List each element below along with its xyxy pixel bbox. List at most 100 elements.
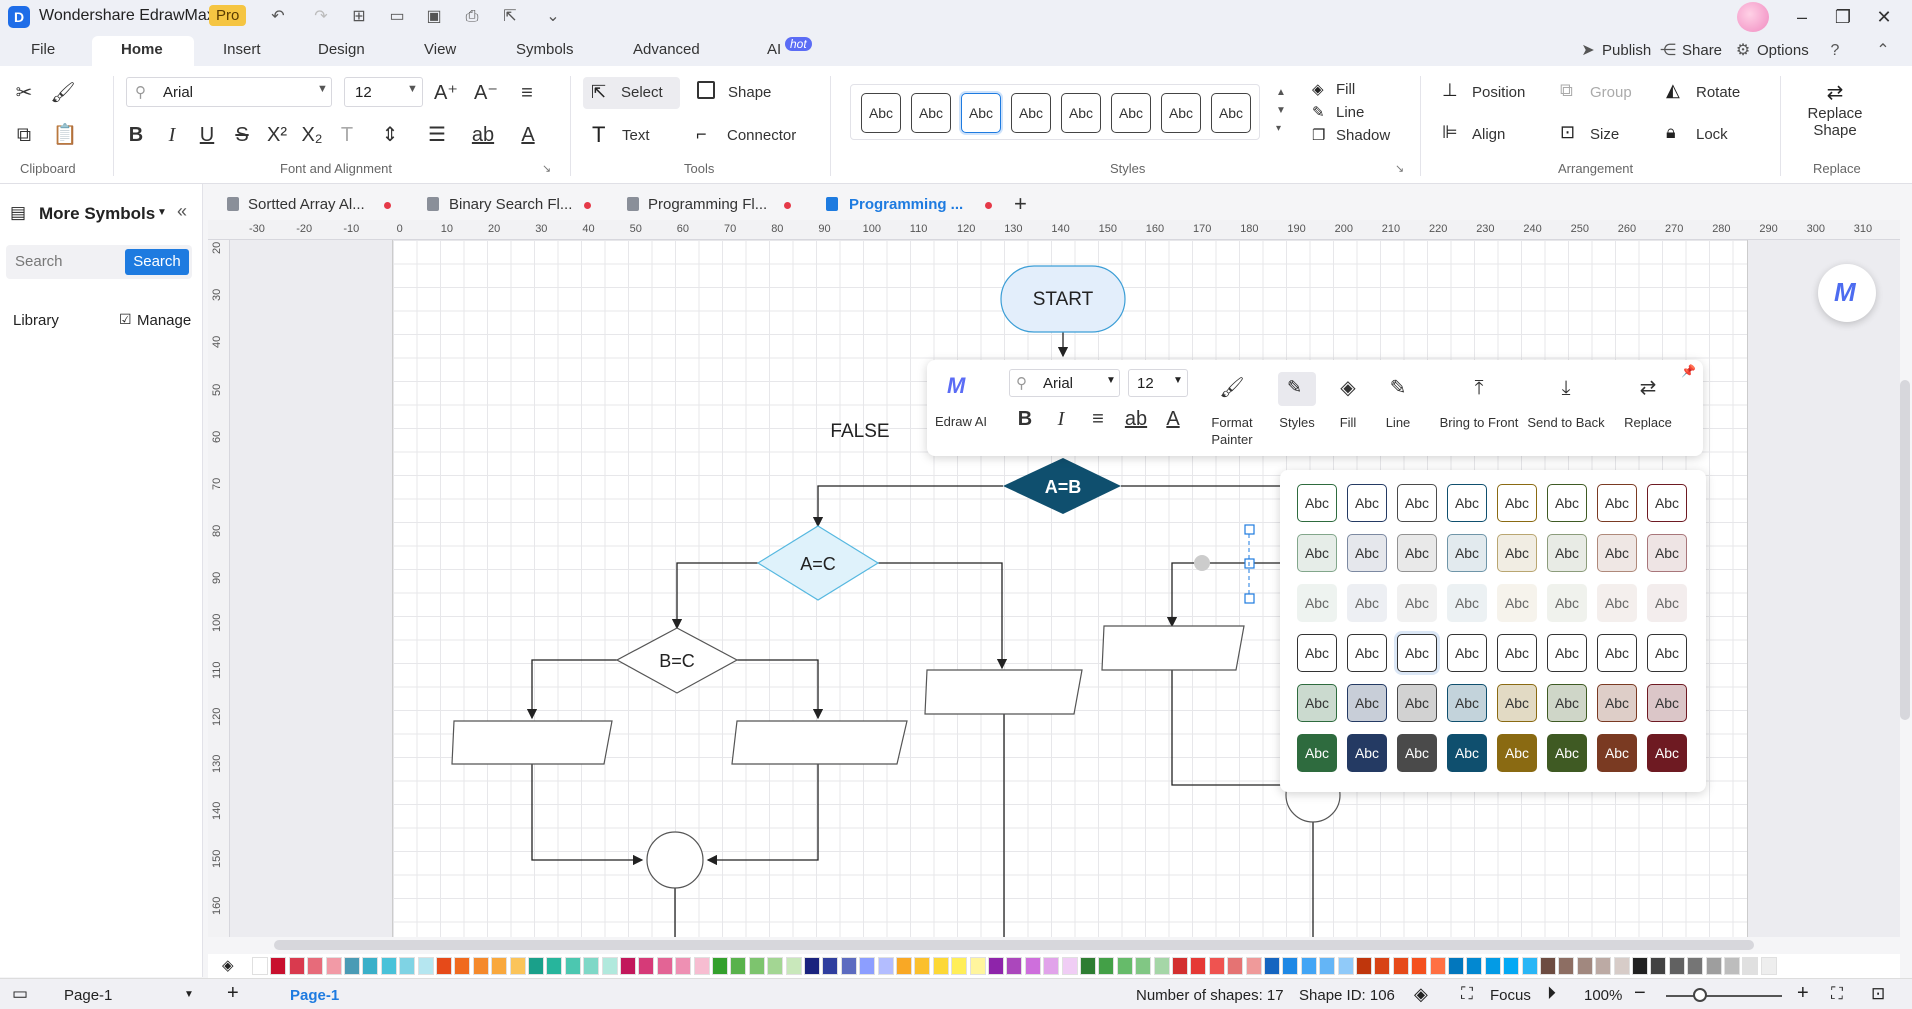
gallery-scroll-icon[interactable]: ▲ ▼ ▾ — [1276, 84, 1286, 138]
tab-advanced[interactable]: Advanced — [633, 41, 700, 58]
font-size-select[interactable]: 12 ▼ — [344, 77, 423, 107]
palette-swatch[interactable] — [1521, 957, 1538, 975]
style-grid-cell[interactable]: Abc — [1597, 634, 1637, 672]
palette-swatch[interactable] — [601, 957, 618, 975]
palette-swatch[interactable] — [1429, 957, 1446, 975]
size-button[interactable]: ⊡ Size — [1560, 122, 1650, 148]
position-button[interactable]: ⊥ Position — [1442, 80, 1542, 106]
tab-insert[interactable]: Insert — [223, 41, 261, 58]
style-swatch[interactable]: Abc — [961, 93, 1001, 133]
style-grid-cell[interactable]: Abc — [1447, 734, 1487, 772]
float-font-size-select[interactable]: 12 ▼ — [1128, 369, 1188, 397]
highlight-icon[interactable]: ab — [469, 122, 497, 148]
style-grid-cell[interactable]: Abc — [1597, 534, 1637, 572]
palette-swatch[interactable] — [1190, 957, 1207, 975]
palette-swatch[interactable] — [344, 957, 360, 975]
style-grid-cell[interactable]: Abc — [1647, 634, 1687, 672]
font-name-select[interactable]: ⚲ Arial ▼ — [126, 77, 332, 107]
collapse-ribbon-icon[interactable]: ⌃ — [1871, 40, 1895, 62]
style-swatch[interactable]: Abc — [1061, 93, 1101, 133]
style-grid-cell[interactable]: Abc — [1447, 584, 1487, 622]
save-icon[interactable]: ▣ — [422, 6, 446, 28]
float-highlight-icon[interactable]: ab — [1122, 406, 1150, 432]
palette-swatch[interactable] — [528, 957, 544, 975]
palette-swatch[interactable] — [804, 957, 820, 975]
palette-swatch[interactable] — [1484, 957, 1501, 975]
palette-swatch[interactable] — [767, 957, 784, 975]
float-fill-icon[interactable]: ◈ — [1334, 375, 1362, 401]
print-icon[interactable]: ⎙ — [460, 6, 484, 28]
text-button[interactable]: T Text — [590, 122, 670, 150]
group-button[interactable]: ⧉ Group — [1560, 80, 1650, 106]
line-label[interactable]: Line — [1374, 415, 1422, 430]
replace-label[interactable]: Replace — [1620, 415, 1676, 430]
style-grid-cell[interactable]: Abc — [1597, 684, 1637, 722]
style-grid-cell[interactable]: Abc — [1347, 484, 1387, 522]
send-to-back-label[interactable]: Send to Back — [1522, 415, 1610, 430]
format-painter-icon[interactable]: 🖌 — [49, 80, 77, 106]
palette-swatch[interactable] — [1300, 957, 1317, 975]
tab-symbols[interactable]: Symbols — [516, 41, 574, 58]
palette-swatch[interactable] — [399, 957, 416, 975]
float-align-icon[interactable]: ≡ — [1084, 406, 1112, 432]
style-swatch[interactable]: Abc — [1011, 93, 1051, 133]
tab-ai[interactable]: AI — [767, 41, 781, 58]
palette-swatch[interactable] — [951, 957, 968, 975]
palette-swatch[interactable] — [1356, 957, 1372, 975]
style-grid-cell[interactable]: Abc — [1497, 584, 1537, 622]
page-tab-active[interactable]: Page-1 — [290, 987, 339, 1004]
style-grid-cell[interactable]: Abc — [1547, 484, 1587, 522]
palette-swatch[interactable] — [1392, 957, 1409, 975]
palette-swatch[interactable] — [1411, 957, 1428, 975]
style-grid-cell[interactable]: Abc — [1297, 584, 1337, 622]
palette-swatch[interactable] — [546, 957, 563, 975]
options-button[interactable]: Options — [1757, 42, 1809, 59]
palette-swatch[interactable] — [1208, 957, 1225, 975]
float-bold-icon[interactable]: B — [1011, 406, 1039, 432]
pin-icon[interactable]: 📌 — [1681, 364, 1696, 378]
palette-swatch[interactable] — [1098, 957, 1115, 975]
rotate-button[interactable]: ◭ Rotate — [1666, 80, 1766, 106]
close-icon[interactable]: ✕ — [1867, 4, 1901, 30]
palette-swatch[interactable] — [454, 957, 471, 975]
style-grid-cell[interactable]: Abc — [1547, 684, 1587, 722]
superscript-icon[interactable]: X² — [263, 122, 291, 148]
edraw-ai-label[interactable]: Edraw AI — [933, 414, 989, 429]
dialog-launcher-icon[interactable]: ↘ — [542, 162, 551, 175]
palette-swatch[interactable] — [1319, 957, 1336, 975]
palette-swatch[interactable] — [748, 957, 765, 975]
new-icon[interactable]: ⊞ — [347, 6, 371, 28]
style-grid-cell[interactable]: Abc — [1447, 484, 1487, 522]
share-button[interactable]: Share — [1682, 42, 1722, 59]
palette-swatch[interactable] — [417, 957, 434, 975]
fullscreen-icon[interactable]: ⊡ — [1871, 984, 1885, 1004]
style-grid-cell[interactable]: Abc — [1397, 734, 1437, 772]
style-swatch[interactable]: Abc — [1111, 93, 1151, 133]
style-grid-cell[interactable]: Abc — [1547, 634, 1587, 672]
style-grid-cell[interactable]: Abc — [1397, 534, 1437, 572]
palette-swatch[interactable] — [1558, 957, 1575, 975]
zoom-level[interactable]: 100% — [1584, 987, 1622, 1004]
replace-icon[interactable]: ⇄ — [1634, 375, 1662, 401]
style-grid-cell[interactable]: Abc — [1447, 534, 1487, 572]
publish-button[interactable]: Publish — [1602, 42, 1651, 59]
style-grid-cell[interactable]: Abc — [1347, 684, 1387, 722]
palette-swatch[interactable] — [620, 957, 636, 975]
palette-swatch[interactable] — [1503, 957, 1520, 975]
zoom-slider-thumb[interactable] — [1693, 988, 1707, 1002]
tab-file[interactable]: File — [31, 41, 55, 58]
style-swatch[interactable]: Abc — [1211, 93, 1251, 133]
font-color-icon[interactable]: A — [514, 122, 542, 148]
float-font-name-select[interactable]: ⚲ Arial ▼ — [1009, 369, 1120, 397]
search-input[interactable]: Search — [15, 253, 63, 270]
align-menu-icon[interactable]: ≡ — [513, 80, 541, 106]
lock-button[interactable]: 🔒︎ Lock — [1666, 122, 1766, 148]
chevron-down-icon[interactable]: ▼ — [157, 207, 167, 218]
palette-swatch[interactable] — [1153, 957, 1170, 975]
style-grid-cell[interactable]: Abc — [1547, 534, 1587, 572]
style-grid-cell[interactable]: Abc — [1297, 484, 1337, 522]
palette-swatch[interactable] — [1576, 957, 1593, 975]
palette-swatch[interactable] — [380, 957, 397, 975]
bullets-icon[interactable]: ☰ — [423, 122, 451, 148]
cut-icon[interactable]: ✂ — [10, 80, 38, 106]
